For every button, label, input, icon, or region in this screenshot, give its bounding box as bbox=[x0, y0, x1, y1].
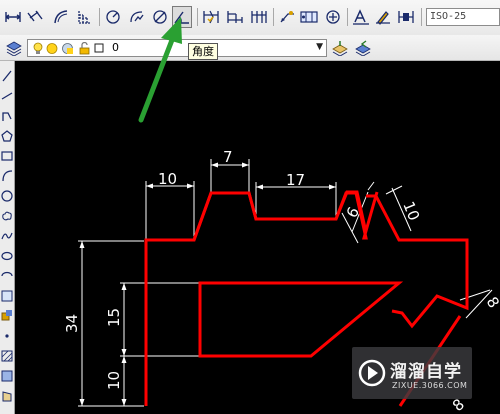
dim-edit-icon[interactable] bbox=[351, 6, 371, 28]
insert-block-icon[interactable] bbox=[1, 289, 13, 303]
dim-label-7: 7 bbox=[223, 148, 233, 166]
chevron-down-icon[interactable]: ▼ bbox=[316, 42, 323, 52]
dim-label-34: 34 bbox=[63, 314, 81, 333]
linear-dim-icon[interactable] bbox=[3, 6, 23, 28]
baseline-dim-icon[interactable] bbox=[225, 6, 245, 28]
polyline-icon[interactable] bbox=[1, 109, 13, 123]
dim-label-10-top: 10 bbox=[158, 170, 177, 188]
hatch-icon[interactable] bbox=[1, 349, 13, 363]
ellipse-arc-icon[interactable] bbox=[1, 269, 13, 283]
toolbar-separator bbox=[273, 8, 274, 26]
layer-color-swatch bbox=[94, 43, 104, 53]
line-icon[interactable] bbox=[1, 69, 13, 83]
leader-icon[interactable] bbox=[277, 6, 297, 28]
ordinate-dim-icon[interactable] bbox=[75, 6, 95, 28]
tooltip: 角度 bbox=[188, 43, 218, 60]
continue-dim-icon[interactable] bbox=[249, 6, 269, 28]
draw-toolbar bbox=[0, 61, 15, 414]
center-mark-icon[interactable] bbox=[323, 6, 343, 28]
lock-icon bbox=[79, 42, 90, 55]
diameter-dim-icon[interactable] bbox=[150, 6, 170, 28]
dim-style-select[interactable]: ISO-25 bbox=[426, 8, 500, 26]
watermark-title: 溜溜自学 bbox=[390, 362, 462, 382]
layers-toolbar: 0 ▼ bbox=[0, 35, 500, 61]
construction-line-icon[interactable] bbox=[1, 89, 13, 103]
point-icon[interactable] bbox=[1, 329, 13, 343]
gradient-icon[interactable] bbox=[1, 369, 13, 383]
make-object-layer-current-icon[interactable] bbox=[330, 37, 350, 59]
dim-update-icon[interactable] bbox=[396, 6, 416, 28]
current-layer-name: 0 bbox=[112, 41, 119, 54]
layer-previous-icon[interactable] bbox=[353, 37, 373, 59]
dimension-toolbar: ISO-25 bbox=[0, 0, 500, 36]
play-logo-icon bbox=[358, 359, 386, 387]
dim-label-10-left: 10 bbox=[105, 371, 123, 390]
toolbar-separator bbox=[347, 8, 348, 26]
arc-length-icon[interactable] bbox=[51, 6, 71, 28]
toolbar-separator bbox=[421, 8, 422, 26]
angular-dim-icon[interactable] bbox=[172, 6, 192, 28]
rectangle-icon[interactable] bbox=[1, 149, 13, 163]
jogged-dim-icon[interactable] bbox=[127, 6, 147, 28]
spline-icon[interactable] bbox=[1, 229, 13, 243]
arc-icon[interactable] bbox=[1, 169, 13, 183]
watermark: 溜溜自学 ZIXUE.3066.COM bbox=[352, 347, 472, 399]
dim-label-15: 15 bbox=[105, 308, 123, 327]
polygon-icon[interactable] bbox=[1, 129, 13, 143]
lightbulb-icon bbox=[33, 42, 43, 54]
region-icon[interactable] bbox=[1, 389, 13, 403]
make-block-icon[interactable] bbox=[1, 309, 13, 323]
dim-text-edit-icon[interactable] bbox=[373, 6, 393, 28]
dim-label-10-right: 10 bbox=[399, 199, 423, 223]
dim-label-17: 17 bbox=[286, 171, 305, 189]
tolerance-icon[interactable] bbox=[299, 6, 319, 28]
aligned-dim-icon[interactable] bbox=[25, 6, 45, 28]
ellipse-icon[interactable] bbox=[1, 249, 13, 263]
layer-manager-icon[interactable] bbox=[4, 37, 24, 59]
toolbar-separator bbox=[99, 8, 100, 26]
dim-label-8-right: 8 bbox=[483, 294, 500, 312]
watermark-url: ZIXUE.3066.COM bbox=[392, 381, 468, 390]
quick-dim-icon[interactable] bbox=[201, 6, 221, 28]
sun-icon bbox=[46, 43, 58, 54]
viewport-freeze-icon bbox=[62, 43, 73, 54]
circle-icon[interactable] bbox=[1, 189, 13, 203]
radius-dim-icon[interactable] bbox=[103, 6, 123, 28]
layer-select[interactable]: 0 ▼ bbox=[27, 39, 327, 57]
revision-cloud-icon[interactable] bbox=[1, 209, 13, 223]
toolbar-separator bbox=[197, 8, 198, 26]
